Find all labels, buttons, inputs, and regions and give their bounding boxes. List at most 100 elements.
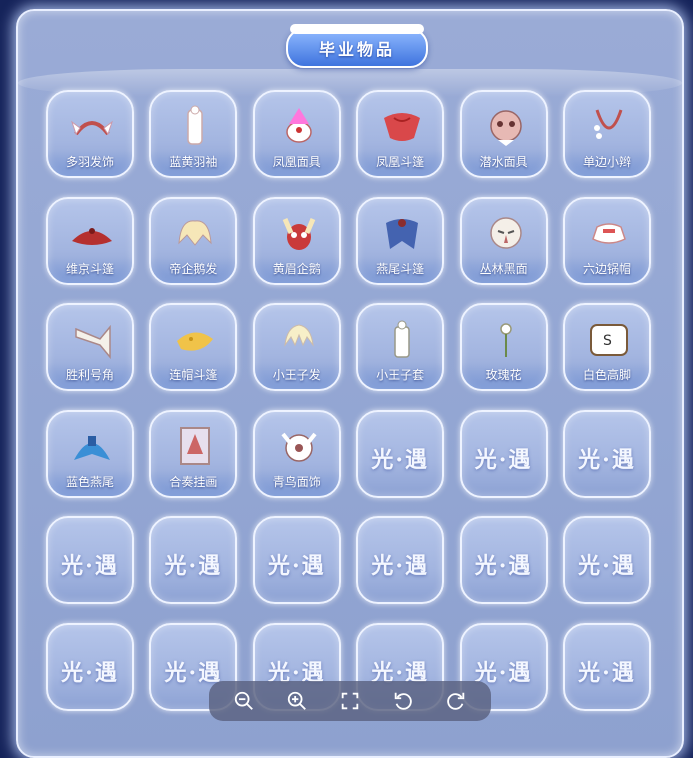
sky-logo: 光·遇 — [474, 446, 533, 473]
item-cell[interactable]: 多羽发饰 — [46, 90, 134, 178]
empty-slot[interactable]: 光·遇 — [46, 516, 134, 604]
bird-mask-icon — [281, 432, 317, 462]
item-label: 六边锅帽 — [582, 261, 631, 276]
item-label: 小王子发 — [272, 368, 321, 382]
horn-icon — [75, 324, 111, 360]
diving-mask-icon — [489, 110, 522, 146]
image-viewer-toolbar — [209, 681, 491, 721]
item-cell[interactable]: 丛林黑面 — [459, 196, 548, 285]
sky-logo: 光·遇 — [61, 553, 119, 579]
pot-hat-icon — [592, 222, 626, 244]
empty-slot[interactable]: 光·遇 — [252, 516, 341, 604]
item-label: 凤凰面具 — [272, 155, 321, 169]
item-cell[interactable]: 合奏挂画 — [149, 409, 238, 498]
item-cell[interactable]: 潜水面具 — [459, 90, 548, 178]
blue-cape-icon — [386, 218, 419, 249]
zoom-in-button[interactable] — [282, 686, 312, 716]
item-label: 凤凰斗篷 — [376, 155, 425, 169]
item-label: 白色高脚 — [582, 368, 631, 382]
item-label: 胜利号角 — [65, 368, 114, 382]
item-cell[interactable]: 胜利号角 — [46, 303, 134, 391]
page-title: 毕业物品 — [318, 40, 395, 59]
item-label: 黄眉企鹅 — [272, 261, 321, 276]
item-label: 维京斗篷 — [65, 261, 114, 276]
item-cell[interactable]: 燕尾斗篷 — [356, 196, 445, 285]
item-cell[interactable]: 玫瑰花 — [459, 303, 548, 391]
item-label: 蓝色燕尾 — [65, 474, 114, 489]
jungle-mask-icon — [489, 216, 522, 249]
item-cell[interactable]: 凤凰斗篷 — [356, 90, 445, 178]
item-cell[interactable]: 小王子套 — [356, 303, 445, 391]
empty-slot[interactable]: 光·遇 — [459, 516, 548, 604]
empty-slot[interactable]: 光·遇 — [149, 516, 238, 604]
fullscreen-icon — [341, 692, 359, 710]
sky-logo: 光·遇 — [371, 553, 430, 579]
item-cell[interactable]: 蓝黄羽袖 — [149, 90, 238, 178]
item-label: 连帽斗篷 — [169, 368, 218, 382]
sky-logo: 光·遇 — [578, 446, 636, 473]
item-cell[interactable]: 蓝色燕尾 — [46, 409, 134, 498]
item-cell[interactable]: 六边锅帽 — [563, 196, 651, 285]
sky-logo: 光·遇 — [164, 553, 223, 579]
sky-logo: 光·遇 — [578, 659, 636, 686]
item-cell[interactable]: 黄眉企鹅 — [252, 196, 341, 285]
piano-icon: S — [590, 324, 628, 356]
empty-slot[interactable]: 光·遇 — [459, 409, 548, 498]
item-label: 合奏挂画 — [169, 474, 218, 489]
item-cell[interactable]: 青鸟面饰 — [252, 409, 341, 498]
item-cell[interactable]: 连帽斗篷 — [149, 303, 238, 391]
item-cell[interactable]: 维京斗篷 — [46, 196, 134, 285]
empty-slot[interactable]: 光·遇 — [563, 622, 651, 711]
item-label: 青鸟面饰 — [272, 474, 321, 489]
rotate-left-button[interactable] — [388, 686, 418, 716]
rotate-right-button[interactable] — [441, 686, 471, 716]
zoom-out-icon — [234, 691, 253, 710]
prince-outfit-icon — [394, 320, 410, 358]
svg-text:S: S — [603, 333, 612, 349]
blue-tail-cape-icon — [74, 435, 110, 460]
outfit-icon — [187, 105, 204, 145]
empty-slot[interactable]: 光·遇 — [356, 516, 445, 604]
item-cell[interactable]: 凤凰面具 — [252, 90, 341, 178]
fullscreen-button[interactable] — [335, 686, 365, 716]
item-label: 多羽发饰 — [65, 155, 114, 169]
penguin-hair-icon — [178, 219, 213, 246]
item-label: 玫瑰花 — [485, 368, 522, 382]
rose-icon — [499, 323, 512, 357]
penguin-mask-icon — [282, 217, 316, 250]
empty-slot[interactable]: 光·遇 — [563, 409, 651, 498]
red-cape-icon — [384, 113, 421, 141]
item-label: 蓝黄羽袖 — [169, 155, 218, 169]
item-cell[interactable]: S 白色高脚 — [563, 303, 651, 391]
sky-logo: 光·遇 — [267, 553, 326, 579]
dark-red-cape-icon — [72, 227, 112, 245]
yellow-cape-icon — [177, 332, 214, 351]
zoom-out-button[interactable] — [229, 686, 259, 716]
item-cell[interactable]: 帝企鹅发 — [149, 196, 238, 285]
zoom-in-icon — [287, 691, 306, 710]
item-cell[interactable]: 小王子发 — [252, 303, 341, 391]
sky-logo: 光·遇 — [578, 553, 636, 579]
painting-icon — [180, 426, 211, 465]
snow-decoration — [290, 24, 424, 34]
hair-icon — [284, 324, 314, 347]
item-cell[interactable]: 单边小辫 — [563, 90, 651, 178]
rotate-left-icon — [394, 692, 412, 710]
phoenix-mask-icon — [286, 108, 312, 143]
empty-slot[interactable]: 光·遇 — [563, 516, 651, 604]
sky-logo: 光·遇 — [61, 659, 119, 686]
item-label: 潜水面具 — [479, 155, 528, 169]
rotate-right-icon — [447, 692, 465, 710]
empty-slot[interactable]: 光·遇 — [356, 409, 445, 498]
item-label: 帝企鹅发 — [169, 261, 218, 276]
item-label: 丛林黑面 — [479, 261, 528, 276]
feather-headband-icon — [71, 120, 113, 136]
sky-logo: 光·遇 — [474, 553, 533, 579]
empty-slot[interactable]: 光·遇 — [46, 622, 134, 711]
item-label: 燕尾斗篷 — [376, 261, 425, 276]
braid-icon — [594, 109, 623, 139]
item-label: 单边小辫 — [582, 155, 631, 169]
item-label: 小王子套 — [376, 368, 425, 382]
title-banner: 毕业物品 — [286, 24, 428, 68]
sky-logo: 光·遇 — [371, 446, 430, 473]
